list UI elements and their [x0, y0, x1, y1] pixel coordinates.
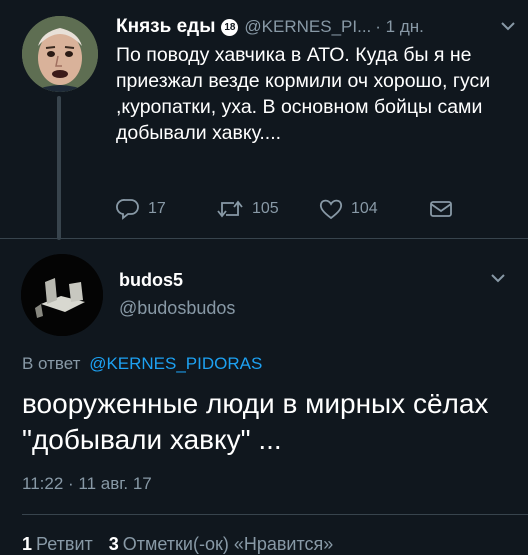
tweet-parent[interactable]: Князь еды 18 @KERNES_PI... · 1 дн. По по… — [0, 0, 528, 240]
reply-button[interactable]: 17 — [116, 198, 216, 220]
author-handle[interactable]: @budosbudos — [119, 298, 235, 319]
reply-icon — [116, 198, 140, 220]
reply-context: В ответ @KERNES_PIDORAS — [22, 354, 262, 374]
chevron-down-icon[interactable] — [490, 270, 506, 288]
retweet-icon — [216, 199, 244, 219]
reply-count: 17 — [148, 200, 166, 217]
author-name[interactable]: Князь еды — [116, 16, 215, 38]
author-handle[interactable]: @KERNES_PI... — [244, 17, 371, 37]
reply-label: В ответ — [22, 354, 81, 373]
tweet-time[interactable]: · 1 дн. — [375, 17, 424, 37]
retweets-count[interactable]: 1 — [22, 534, 32, 554]
tweet-text: вооруженные люди в мирных сёлах "добывал… — [22, 388, 489, 455]
author-name[interactable]: budos5 — [119, 270, 183, 291]
avatar[interactable] — [22, 16, 98, 92]
divider — [0, 238, 528, 239]
retweet-count: 105 — [252, 200, 279, 217]
thread-line — [57, 96, 61, 240]
tweet-header: Князь еды 18 @KERNES_PI... · 1 дн. — [116, 14, 516, 40]
age-badge-icon: 18 — [221, 18, 239, 36]
like-button[interactable]: 104 — [319, 198, 429, 220]
dm-icon — [429, 199, 453, 219]
chevron-down-icon[interactable] — [500, 18, 516, 36]
tweet-actions: 17 105 104 — [116, 196, 476, 222]
tweet-stats: 1 Ретвит 3 Отметки(-ок) «Нравится» — [22, 534, 349, 555]
retweets-label[interactable]: Ретвит — [36, 534, 93, 554]
likes-label[interactable]: Отметки(-ок) «Нравится» — [123, 534, 334, 554]
like-icon — [319, 198, 343, 220]
reply-to-link[interactable]: @KERNES_PIDORAS — [89, 354, 262, 373]
retweet-button[interactable]: 105 — [216, 199, 319, 219]
like-count: 104 — [351, 200, 378, 217]
dm-button[interactable] — [429, 199, 453, 219]
tweet-text: По поводу хавчика в АТО. Куда бы я не пр… — [116, 44, 491, 144]
likes-count[interactable]: 3 — [109, 534, 119, 554]
tweet-datetime: 11:22 · 11 авг. 17 — [22, 474, 152, 493]
avatar[interactable] — [21, 254, 103, 336]
divider — [22, 514, 528, 515]
